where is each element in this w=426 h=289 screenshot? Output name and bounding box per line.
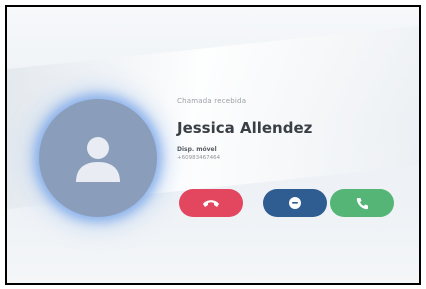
caller-name: Jessica Allendez: [177, 119, 313, 137]
accept-call-button[interactable]: [330, 189, 394, 217]
chat-bubble-icon: [289, 197, 301, 209]
incoming-call-screen: Chamada recebida Jessica Allendez Disp. …: [5, 5, 421, 285]
decline-call-button[interactable]: [179, 189, 243, 217]
caller-avatar: [39, 99, 157, 217]
phone-hangup-icon: [203, 200, 219, 207]
phone-icon: [356, 197, 368, 209]
phone-number: +60983467464: [177, 155, 221, 161]
call-status: Chamada recebida: [177, 97, 247, 105]
device-label: Disp. móvel: [177, 146, 217, 153]
person-icon: [76, 137, 120, 182]
caller-info: Chamada recebida Jessica Allendez Disp. …: [177, 97, 417, 161]
message-button[interactable]: [263, 189, 327, 217]
